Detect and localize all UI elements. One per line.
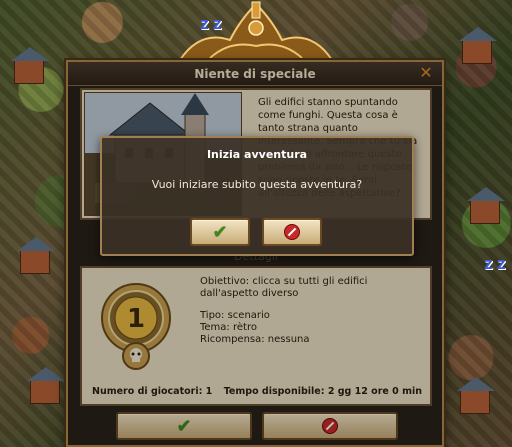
confirm-yes-button[interactable]: ✔ <box>190 218 250 246</box>
sleep-zz-icon: Z Z <box>484 258 506 272</box>
confirm-no-button[interactable] <box>262 218 322 246</box>
map-building <box>17 237 55 274</box>
confirm-dialog: Inizia avventura Vuoi iniziare subito qu… <box>100 136 414 256</box>
map-building <box>11 47 49 84</box>
confirm-title: Inizia avventura <box>206 148 308 161</box>
map-building <box>467 187 505 224</box>
map-building <box>459 27 497 64</box>
check-icon: ✔ <box>212 221 228 243</box>
no-entry-icon <box>284 224 300 240</box>
map-building <box>27 367 65 404</box>
map-building <box>457 377 495 414</box>
crown-ornament <box>178 1 334 61</box>
confirm-question: Vuoi iniziare subito questa avventura? <box>151 178 363 191</box>
